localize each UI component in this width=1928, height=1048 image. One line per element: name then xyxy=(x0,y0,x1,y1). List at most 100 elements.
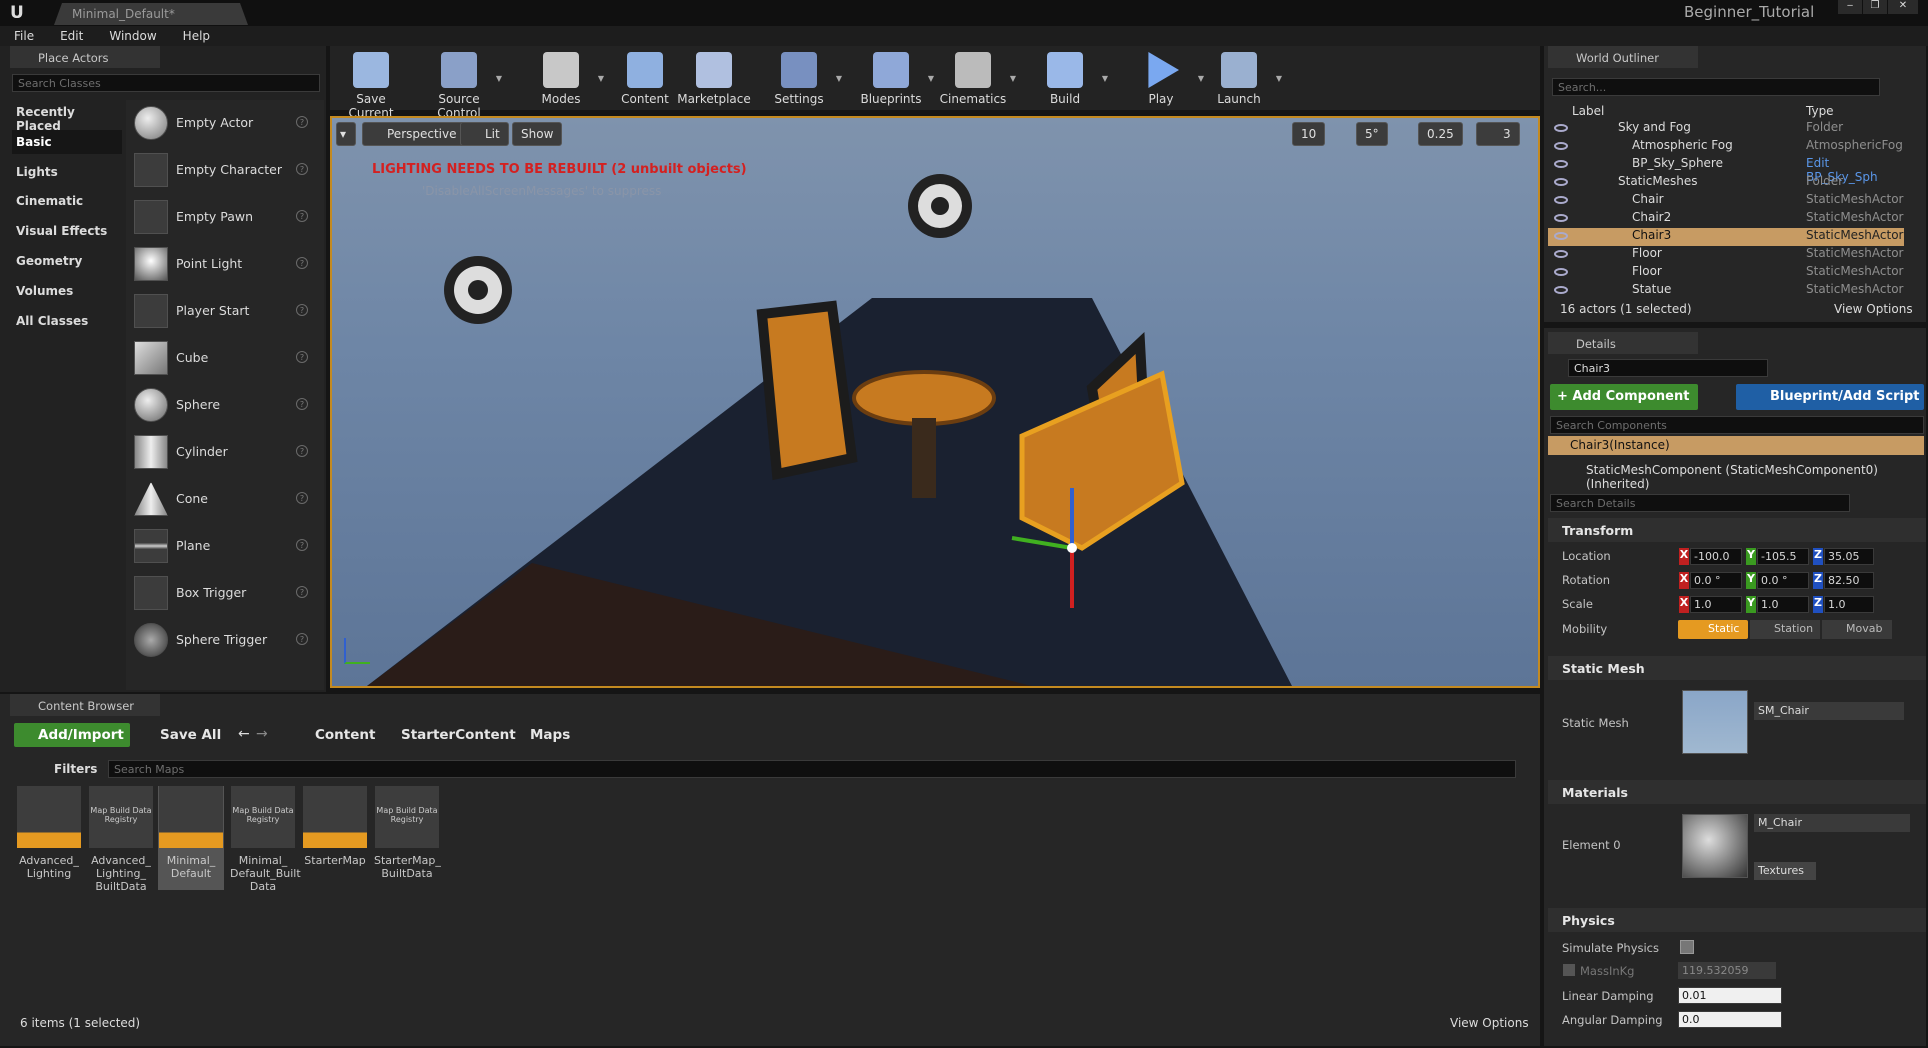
viewport[interactable]: LIGHTING NEEDS TO BE REBUILT (2 unbuilt … xyxy=(330,116,1540,688)
lit-button[interactable]: Lit xyxy=(460,122,509,146)
outliner-row[interactable]: Chair2 StaticMeshActor xyxy=(1548,210,1904,228)
scale-label[interactable]: Scale xyxy=(1562,597,1593,611)
blueprint-add-script-button[interactable]: Blueprint/Add Script xyxy=(1736,384,1924,410)
outliner-row[interactable]: Sky and Fog Folder xyxy=(1548,120,1904,138)
outliner-search-input[interactable]: Search... xyxy=(1552,78,1880,96)
search-details-input[interactable]: Search Details xyxy=(1550,494,1850,512)
build-button[interactable]: Build ▼ xyxy=(1026,48,1108,106)
asset-tile-selected[interactable]: Minimal_ Default xyxy=(158,786,224,890)
visibility-eye-icon[interactable] xyxy=(1554,214,1568,222)
material-thumbnail[interactable] xyxy=(1682,814,1748,878)
modes-button[interactable]: Modes ▼ xyxy=(522,48,604,106)
menu-edit[interactable]: Edit xyxy=(46,26,95,43)
help-icon[interactable]: ? xyxy=(296,586,308,598)
help-icon[interactable]: ? xyxy=(296,304,308,316)
actor-cone[interactable]: Cone? xyxy=(130,479,320,519)
details-tab[interactable]: Details xyxy=(1548,332,1698,354)
settings-button[interactable]: Settings ▼ xyxy=(760,48,842,106)
breadcrumb-content[interactable]: Content xyxy=(315,727,375,743)
play-button[interactable]: Play ▼ xyxy=(1122,48,1204,106)
breadcrumb-maps[interactable]: Maps xyxy=(530,727,570,743)
actor-empty-actor[interactable]: Empty Actor? xyxy=(130,103,320,143)
category-lights[interactable]: Lights xyxy=(12,160,122,184)
location-z-field[interactable]: 35.05 xyxy=(1824,548,1874,565)
scale-x-field[interactable]: 1.0 xyxy=(1690,596,1742,613)
breadcrumb-starter-content[interactable]: StarterContent xyxy=(401,727,516,743)
mobility-stationary-button[interactable]: Station xyxy=(1750,620,1820,639)
mobility-static-button[interactable]: Static xyxy=(1678,620,1748,639)
outliner-row-selected[interactable]: Chair3 StaticMeshActor xyxy=(1548,228,1904,246)
outliner-col-type[interactable]: Type xyxy=(1806,104,1834,118)
actor-plane[interactable]: Plane? xyxy=(130,526,320,566)
rotation-label[interactable]: Rotation xyxy=(1562,573,1610,587)
asset-tile[interactable]: Advanced_ Lighting xyxy=(16,786,82,880)
category-all-classes[interactable]: All Classes xyxy=(12,309,122,333)
asset-tile[interactable]: StarterMap xyxy=(302,786,368,867)
static-mesh-dropdown[interactable]: SM_Chair xyxy=(1754,702,1904,720)
save-all-button[interactable]: Save All xyxy=(142,727,221,743)
content-browser-tab[interactable]: Content Browser xyxy=(10,694,160,716)
outliner-row[interactable]: Atmospheric Fog AtmosphericFog xyxy=(1548,138,1904,156)
actor-player-start[interactable]: Player Start? xyxy=(130,291,320,331)
cinematics-button[interactable]: Cinematics ▼ xyxy=(934,48,1016,106)
mobility-movable-button[interactable]: Movab xyxy=(1822,620,1892,639)
rotation-snap-value[interactable]: 5° xyxy=(1356,122,1388,146)
forward-arrow-icon[interactable]: → xyxy=(256,726,268,742)
rotation-z-field[interactable]: 82.50 xyxy=(1824,572,1874,589)
physics-section[interactable]: Physics xyxy=(1548,908,1926,932)
help-icon[interactable]: ? xyxy=(296,633,308,645)
scale-y-field[interactable]: 1.0 xyxy=(1757,596,1809,613)
asset-tile[interactable]: Map Build Data Registry Advanced_ Lightin… xyxy=(88,786,154,893)
outliner-row[interactable]: Chair StaticMeshActor xyxy=(1548,192,1904,210)
materials-section[interactable]: Materials xyxy=(1548,780,1926,804)
help-icon[interactable]: ? xyxy=(296,351,308,363)
visibility-eye-icon[interactable] xyxy=(1554,286,1568,294)
category-recently-placed[interactable]: Recently Placed xyxy=(12,100,122,133)
category-geometry[interactable]: Geometry xyxy=(12,249,122,273)
blueprints-button[interactable]: Blueprints ▼ xyxy=(852,48,934,106)
menu-help[interactable]: Help xyxy=(169,26,222,43)
minimize-button[interactable]: ‒ xyxy=(1838,0,1862,14)
visibility-eye-icon[interactable] xyxy=(1554,250,1568,258)
category-cinematic[interactable]: Cinematic xyxy=(12,189,122,213)
linear-damping-field[interactable]: 0.01 xyxy=(1678,987,1782,1004)
rotation-y-field[interactable]: 0.0 ° xyxy=(1757,572,1809,589)
visibility-eye-icon[interactable] xyxy=(1554,160,1568,168)
launch-button[interactable]: Launch ▼ xyxy=(1200,48,1282,106)
help-icon[interactable]: ? xyxy=(296,210,308,222)
actor-sphere[interactable]: Sphere? xyxy=(130,385,320,425)
textures-dropdown[interactable]: Textures xyxy=(1754,862,1816,880)
visibility-eye-icon[interactable] xyxy=(1554,142,1568,150)
location-y-field[interactable]: -105.5 xyxy=(1757,548,1809,565)
scale-z-field[interactable]: 1.0 xyxy=(1824,596,1874,613)
help-icon[interactable]: ? xyxy=(296,492,308,504)
help-icon[interactable]: ? xyxy=(296,257,308,269)
help-icon[interactable]: ? xyxy=(296,398,308,410)
simulate-physics-checkbox[interactable] xyxy=(1680,940,1694,954)
outliner-row[interactable]: BP_Sky_Sphere Edit BP_Sky_Sph xyxy=(1548,156,1904,184)
add-import-button[interactable]: Add/Import xyxy=(14,723,130,747)
search-maps-input[interactable]: Search Maps xyxy=(108,760,1516,778)
actor-empty-pawn[interactable]: Empty Pawn? xyxy=(130,197,320,237)
search-classes-input[interactable]: Search Classes xyxy=(12,74,320,92)
visibility-eye-icon[interactable] xyxy=(1554,178,1568,186)
category-basic[interactable]: Basic xyxy=(12,130,122,154)
material-dropdown[interactable]: M_Chair xyxy=(1754,814,1910,832)
show-button[interactable]: Show xyxy=(512,122,563,146)
save-current-button[interactable]: Save Current xyxy=(332,48,410,120)
actor-cube[interactable]: Cube? xyxy=(130,338,320,378)
outliner-row[interactable]: Floor StaticMeshActor xyxy=(1548,264,1904,282)
location-label[interactable]: Location xyxy=(1562,549,1611,563)
angular-damping-field[interactable]: 0.0 xyxy=(1678,1011,1782,1028)
instance-row[interactable]: Chair3(Instance) xyxy=(1548,436,1924,455)
visibility-eye-icon[interactable] xyxy=(1554,232,1568,240)
world-outliner-tab[interactable]: World Outliner xyxy=(1548,46,1698,68)
source-control-button[interactable]: Source Control ▼ xyxy=(420,48,502,120)
actor-box-trigger[interactable]: Box Trigger? xyxy=(130,573,320,613)
visibility-eye-icon[interactable] xyxy=(1554,196,1568,204)
place-actors-tab[interactable]: Place Actors xyxy=(10,46,160,68)
asset-tile[interactable]: Map Build Data Registry StarterMap_ Built… xyxy=(374,786,441,880)
help-icon[interactable]: ? xyxy=(296,445,308,457)
scale-snap-value[interactable]: 0.25 xyxy=(1418,122,1463,146)
camera-speed-value[interactable]: 3 xyxy=(1476,122,1520,146)
